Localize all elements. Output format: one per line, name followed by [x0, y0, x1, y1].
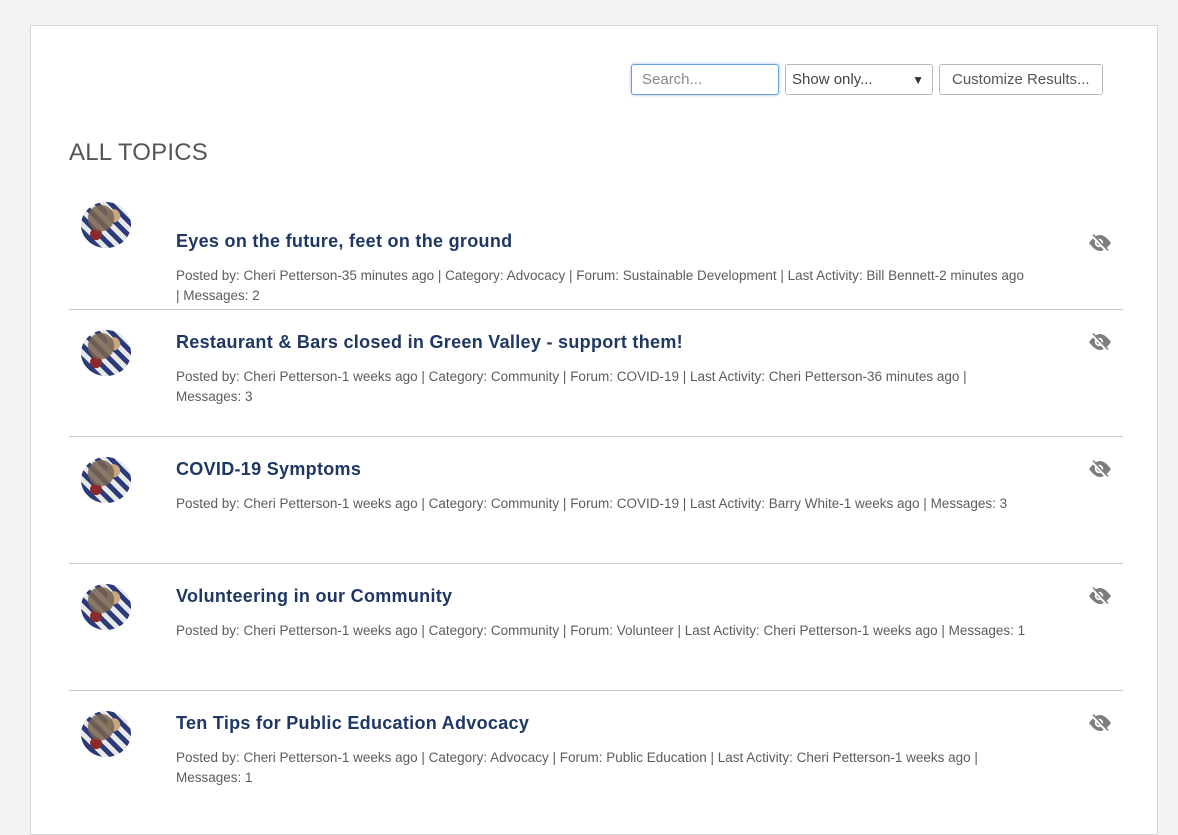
topic-meta: Posted by: Cheri Petterson-1 weeks ago |…	[176, 623, 1026, 638]
show-only-label: Show only...	[792, 71, 873, 88]
topic-title-link[interactable]: COVID-19 Symptoms	[176, 459, 361, 480]
topic-meta: Posted by: Cheri Petterson-1 weeks ago |…	[176, 369, 967, 404]
topics-panel: Show only... ▼ Customize Results... ALL …	[30, 25, 1158, 835]
topic-meta: Posted by: Cheri Petterson-1 weeks ago |…	[176, 750, 978, 785]
avatar[interactable]	[81, 202, 131, 248]
eye-slash-icon[interactable]	[1087, 332, 1113, 352]
topic-title-link[interactable]: Ten Tips for Public Education Advocacy	[176, 713, 529, 734]
topic-title-link[interactable]: Volunteering in our Community	[176, 586, 452, 607]
topic-item: Volunteering in our Community Posted by:…	[69, 563, 1123, 690]
topic-meta: Posted by: Cheri Petterson-35 minutes ag…	[176, 268, 1024, 303]
topic-meta: Posted by: Cheri Petterson-1 weeks ago |…	[176, 496, 1008, 511]
chevron-down-icon: ▼	[912, 72, 924, 87]
eye-slash-icon[interactable]	[1087, 586, 1113, 606]
avatar[interactable]	[81, 584, 131, 630]
topic-list: Eyes on the future, feet on the ground P…	[69, 198, 1123, 817]
eye-slash-icon[interactable]	[1087, 233, 1113, 253]
eye-slash-icon[interactable]	[1087, 713, 1113, 733]
search-input[interactable]	[631, 64, 779, 95]
toolbar: Show only... ▼ Customize Results...	[631, 64, 1103, 95]
topic-item: Restaurant & Bars closed in Green Valley…	[69, 309, 1123, 436]
topic-title-link[interactable]: Eyes on the future, feet on the ground	[176, 231, 512, 252]
eye-slash-icon[interactable]	[1087, 459, 1113, 479]
topic-item: Ten Tips for Public Education Advocacy P…	[69, 690, 1123, 817]
avatar[interactable]	[81, 330, 131, 376]
show-only-dropdown[interactable]: Show only... ▼	[785, 64, 933, 95]
customize-results-button[interactable]: Customize Results...	[939, 64, 1103, 95]
topic-item: Eyes on the future, feet on the ground P…	[69, 198, 1123, 309]
avatar[interactable]	[81, 457, 131, 503]
page-title: ALL TOPICS	[69, 139, 208, 166]
topic-item: COVID-19 Symptoms Posted by: Cheri Pette…	[69, 436, 1123, 563]
avatar[interactable]	[81, 711, 131, 757]
topic-title-link[interactable]: Restaurant & Bars closed in Green Valley…	[176, 332, 683, 353]
